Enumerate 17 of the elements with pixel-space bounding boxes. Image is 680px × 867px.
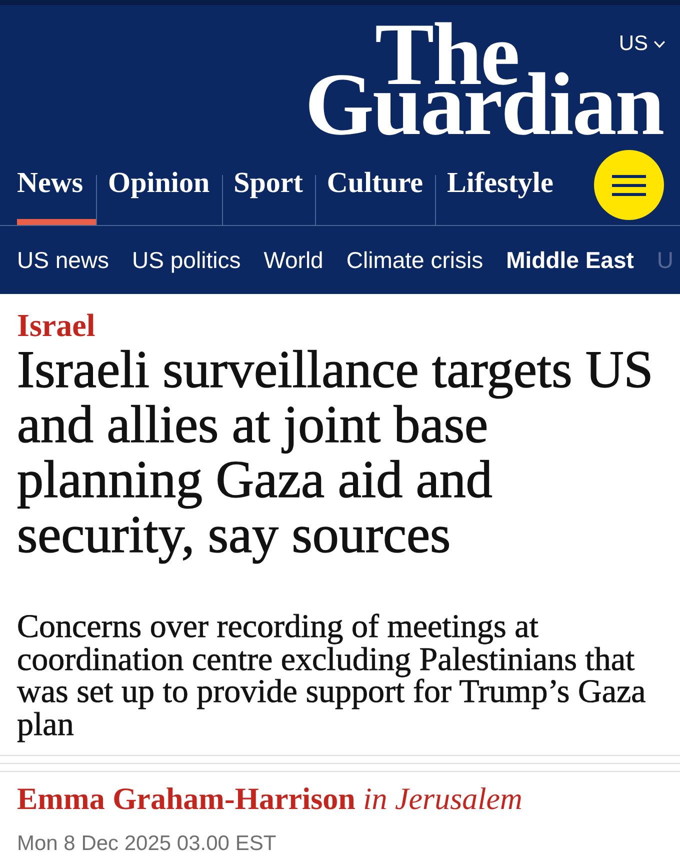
publication-date: Mon 8 Dec 2025 03.00 EST — [17, 831, 276, 858]
subnav-link[interactable]: Middle East — [506, 246, 634, 274]
subnav-link[interactable]: US politics — [132, 246, 241, 274]
section-tab[interactable]: Culture — [316, 150, 436, 225]
section-kicker[interactable]: Israel — [17, 308, 96, 343]
menu-icon — [612, 174, 646, 196]
subnav-link[interactable]: Climate crisis — [346, 246, 484, 274]
headline: Israeli surveillance targets US and allies at joint base planning Gaza aid and security, say sources — [17, 343, 654, 563]
section-tab[interactable]: Opinion — [97, 150, 222, 225]
chevron-down-icon — [654, 40, 665, 48]
section-tab[interactable]: Lifestyle — [436, 150, 566, 225]
edition-selector[interactable]: US — [618, 31, 665, 57]
section-tab[interactable]: Sport — [222, 150, 315, 225]
subnav-link[interactable]: World — [264, 246, 324, 274]
subnav-link[interactable]: US news — [17, 246, 110, 274]
byline: Emma Graham-Harrison in Jerusalem — [17, 782, 522, 816]
standfirst: Concerns over recording of meetings at coordination centre excluding Palestinians that was set up to provide support for Trump’s Gaza plan — [17, 611, 647, 742]
